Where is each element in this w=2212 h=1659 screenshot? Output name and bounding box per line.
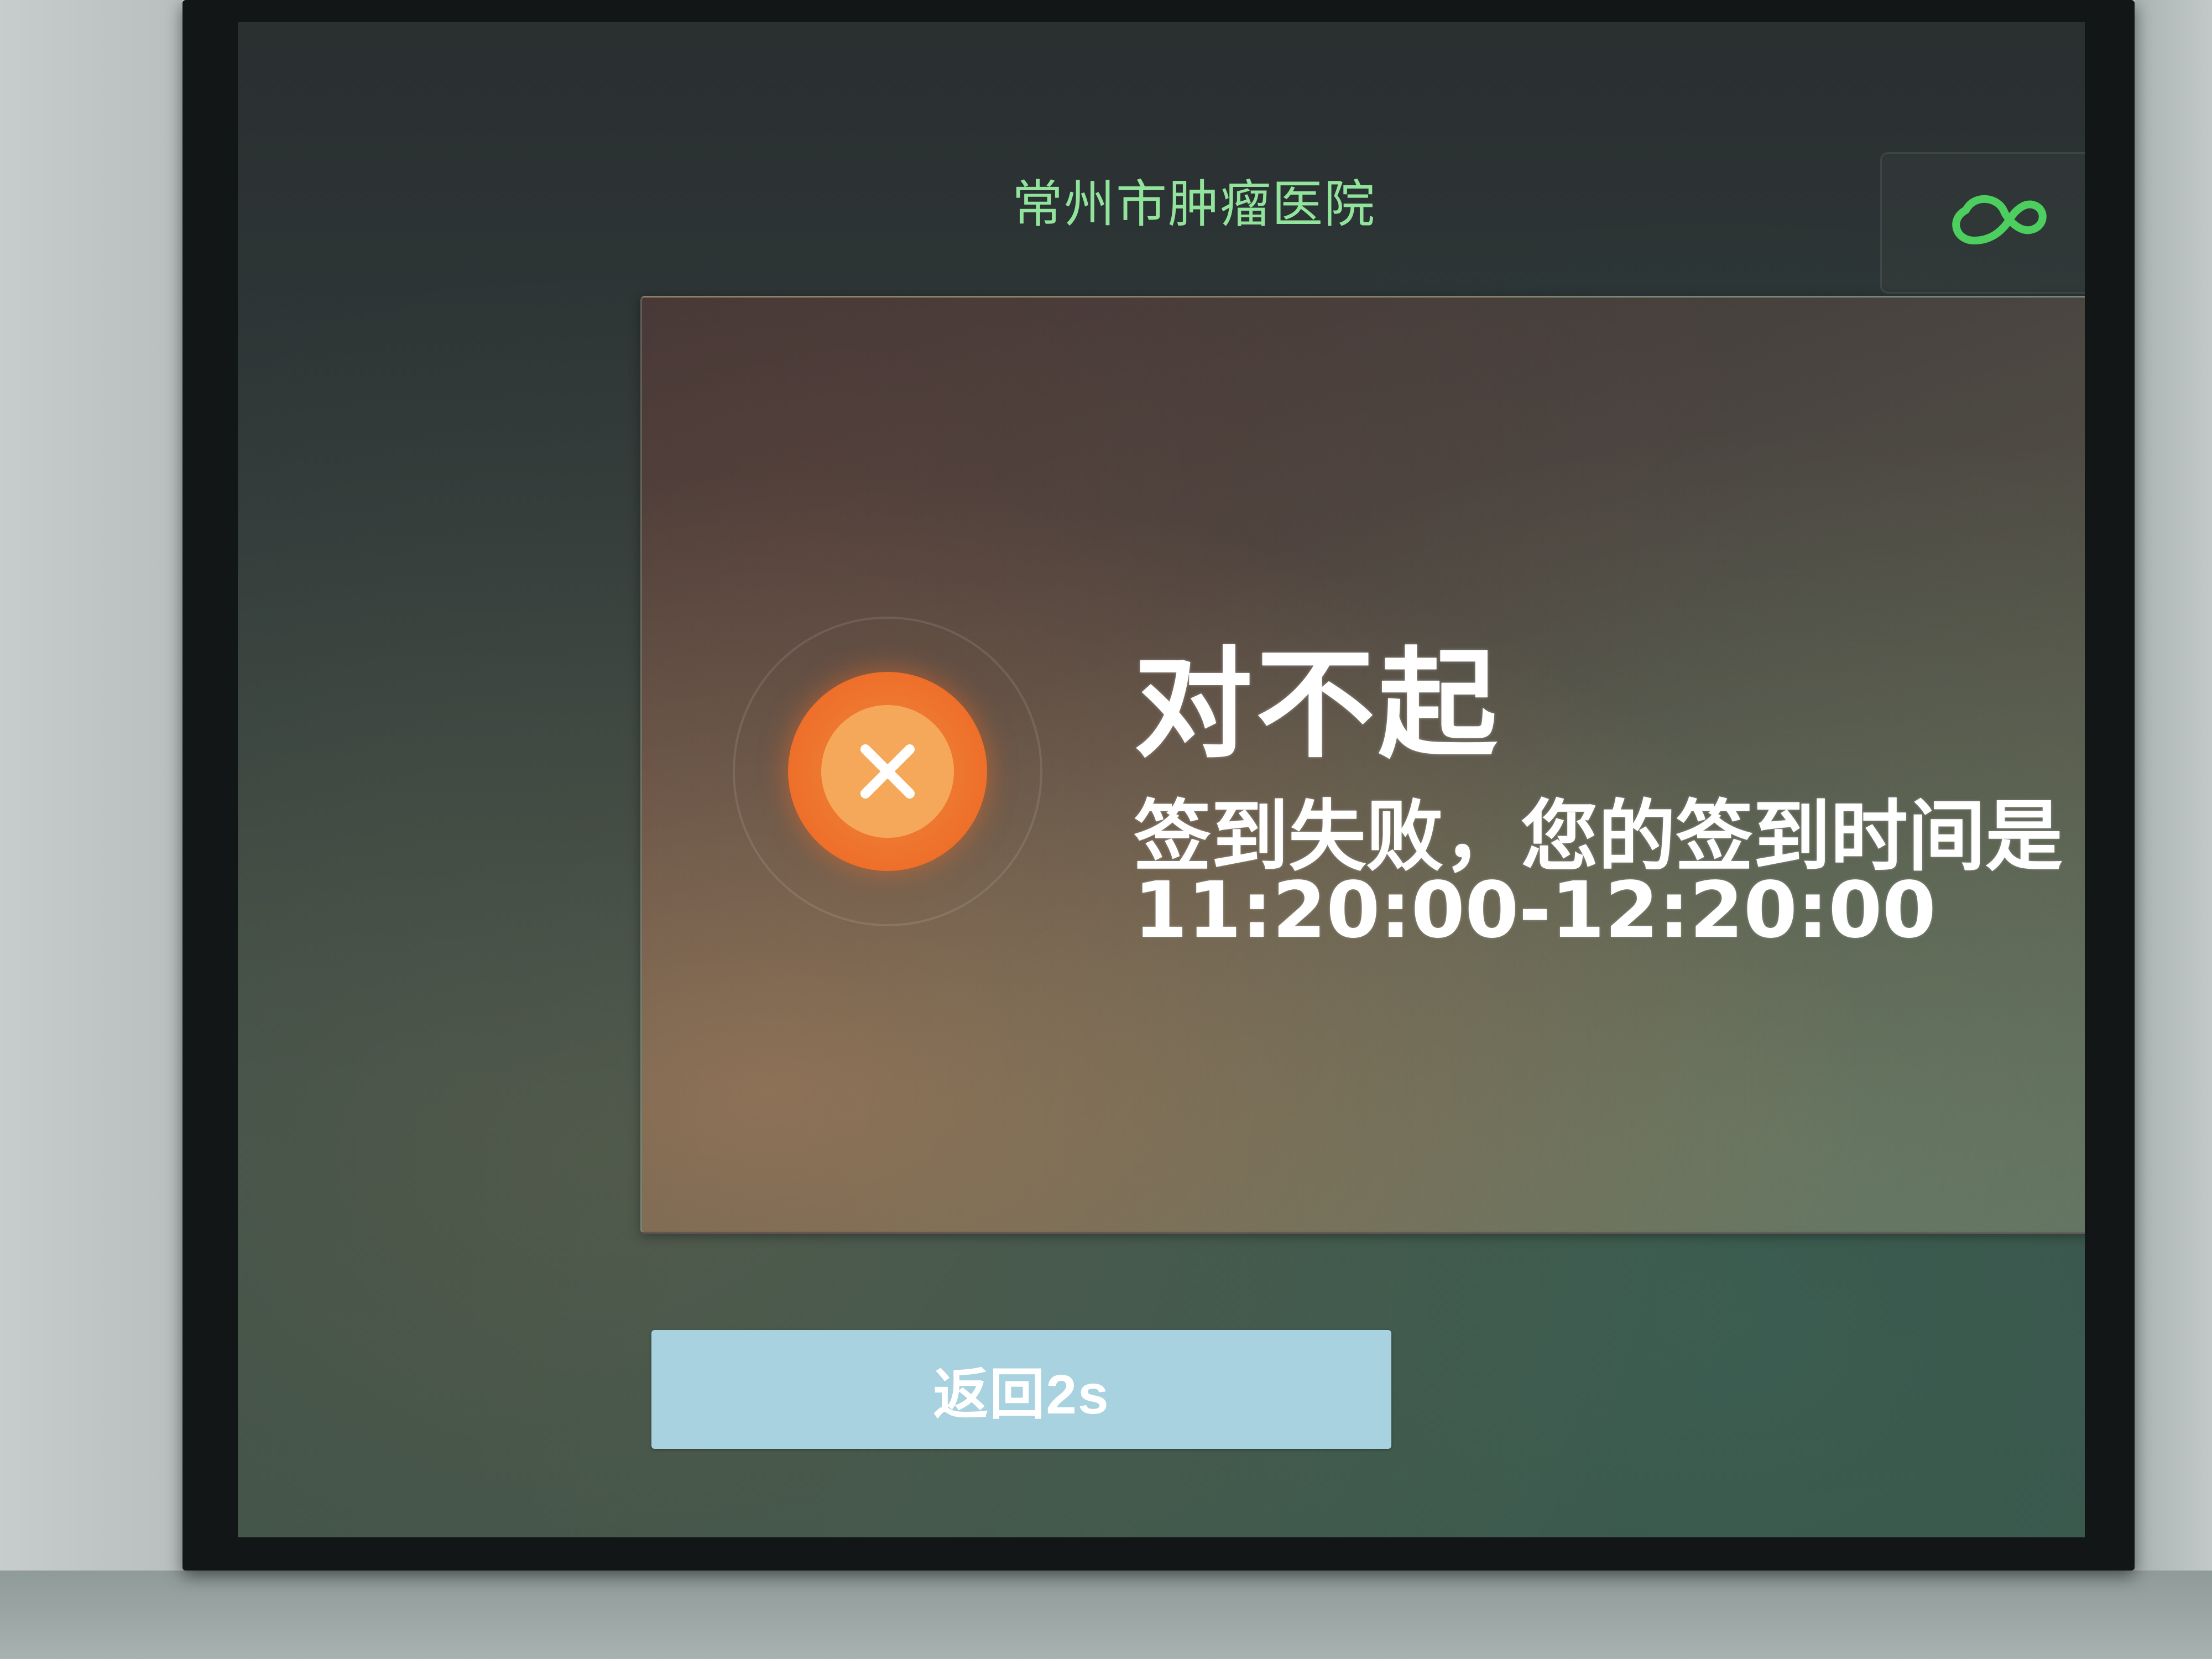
error-x-icon — [860, 744, 915, 799]
wall-left — [0, 0, 182, 1659]
back-button[interactable]: 返回2s — [651, 1330, 1391, 1449]
wall-right — [2135, 0, 2212, 1659]
hospital-name: 常州市肿瘤医院 — [1012, 175, 1376, 234]
cloud-link-icon — [1952, 195, 2047, 244]
allowed-time-range: 11:20:00-12:20:00 — [1134, 865, 1936, 956]
back-button-label: 返回2s — [933, 1364, 1110, 1426]
kiosk-screen: 常州市肿瘤医院 对不起 签到失败，您的签到时间是 11:20:00-12:20:… — [238, 22, 2085, 1537]
kiosk-frame-bottom — [0, 1571, 2212, 1659]
dialog-title: 对不起 — [1134, 635, 1500, 774]
